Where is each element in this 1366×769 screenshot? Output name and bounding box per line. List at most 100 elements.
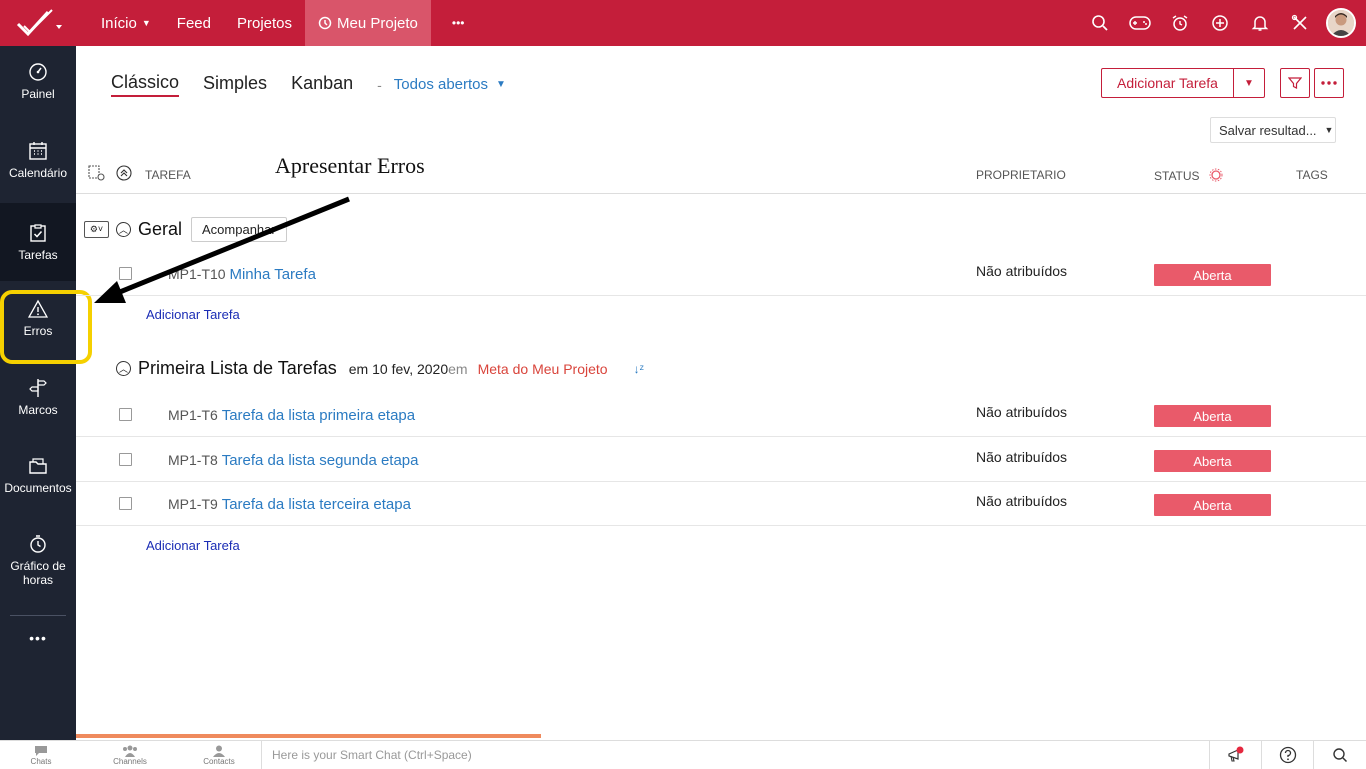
chats-button[interactable]: Chats <box>11 745 71 766</box>
sidebar-item-grafico-de-horas[interactable]: Gráfico de horas <box>0 534 76 608</box>
search-icon[interactable] <box>1080 0 1120 46</box>
smart-chat-input[interactable]: Here is your Smart Chat (Ctrl+Space) <box>261 741 1209 769</box>
task-id: MP1-T9 Tarefa da lista terceira etapa <box>168 496 411 513</box>
task-owner[interactable]: Não atribuídos <box>976 449 1067 465</box>
task-name-link[interactable]: Tarefa da lista primeira etapa <box>222 407 415 424</box>
table-row[interactable]: MP1-T9 Tarefa da lista terceira etapa Nã… <box>76 482 1366 526</box>
app-logo[interactable] <box>0 0 76 46</box>
header-status[interactable]: STATUS <box>1154 168 1223 183</box>
collapse-group-icon[interactable]: ︿ <box>116 361 131 376</box>
megaphone-icon <box>1227 746 1243 762</box>
table-row[interactable]: MP1-T6 Tarefa da lista primeira etapa Nã… <box>76 393 1366 437</box>
sidebar-more-button[interactable]: ••• <box>0 630 76 650</box>
tools-icon[interactable] <box>1280 0 1320 46</box>
status-badge[interactable]: Aberta <box>1154 264 1271 286</box>
gamepad-icon[interactable] <box>1120 0 1160 46</box>
user-photo-icon <box>1328 10 1354 36</box>
task-owner[interactable]: Não atribuídos <box>976 493 1067 509</box>
task-owner[interactable]: Não atribuídos <box>976 263 1067 279</box>
add-task-link[interactable]: Adicionar Tarefa <box>146 538 240 553</box>
status-badge[interactable]: Aberta <box>1154 494 1271 516</box>
sidebar-item-tarefas[interactable]: Tarefas <box>0 203 76 281</box>
group-title: Primeira Lista de Tarefas <box>138 358 337 378</box>
separator: - <box>377 76 382 93</box>
chevron-down-icon: ▼ <box>141 18 151 28</box>
nav-projetos[interactable]: Projetos <box>224 0 305 46</box>
filter-dropdown[interactable]: Todos abertos ▼ <box>394 76 506 93</box>
person-icon <box>213 745 225 757</box>
bell-icon[interactable] <box>1240 0 1280 46</box>
avatar[interactable] <box>1326 8 1356 38</box>
people-icon <box>123 745 137 757</box>
status-badge[interactable]: Aberta <box>1154 450 1271 472</box>
table-header: TAREFA PROPRIETARIO STATUS TAGS <box>76 154 1366 194</box>
sidebar-item-calendario[interactable]: Calendário <box>0 141 76 201</box>
column-settings-icon[interactable] <box>88 165 106 185</box>
task-checkbox[interactable] <box>119 497 132 510</box>
nav-inicio[interactable]: Início ▼ <box>88 0 164 46</box>
gear-icon <box>1209 168 1223 182</box>
search-chat-button[interactable] <box>1313 741 1366 769</box>
channels-button[interactable]: Channels <box>100 745 160 766</box>
header-owner[interactable]: PROPRIETARIO <box>976 168 1066 182</box>
nav-feed[interactable]: Feed <box>164 0 224 46</box>
group-date: em 10 fev, 2020em <box>348 360 468 377</box>
view-tabs: Clássico Simples Kanban - Todos abertos ▼ <box>111 72 506 97</box>
task-name-link[interactable]: Minha Tarefa <box>229 266 315 283</box>
collapse-group-icon[interactable]: ︿ <box>116 222 131 237</box>
header-tags[interactable]: TAGS <box>1296 168 1328 182</box>
announcements-button[interactable] <box>1209 741 1261 769</box>
sidebar-item-documentos[interactable]: Documentos <box>0 456 76 516</box>
alarm-icon[interactable] <box>1160 0 1200 46</box>
chevron-down-icon: ▼ <box>1324 125 1334 135</box>
collapse-all-icon[interactable] <box>116 165 132 184</box>
follow-button[interactable]: Acompanhar <box>191 217 287 242</box>
nav-more[interactable]: ••• <box>439 0 478 46</box>
help-button[interactable] <box>1261 741 1313 769</box>
add-circle-icon[interactable] <box>1200 0 1240 46</box>
chevron-down-icon: ▼ <box>1244 77 1254 89</box>
contacts-button[interactable]: Contacts <box>189 745 249 766</box>
sort-icon[interactable]: ↓ᶻ <box>634 362 644 376</box>
task-name-link[interactable]: Tarefa da lista segunda etapa <box>222 452 419 469</box>
tab-classico[interactable]: Clássico <box>111 72 180 97</box>
status-badge[interactable]: Aberta <box>1154 405 1271 427</box>
more-options-button[interactable] <box>1314 68 1344 98</box>
more-dots-icon <box>1321 81 1337 85</box>
group-settings-dropdown[interactable]: ⚙˅ <box>84 221 109 238</box>
help-icon <box>1279 746 1296 764</box>
task-checkbox[interactable] <box>119 267 132 280</box>
task-checkbox[interactable] <box>119 408 132 421</box>
dashboard-icon <box>29 63 47 81</box>
sidebar-item-painel[interactable]: Painel <box>0 62 76 122</box>
sidebar-item-label: Gráfico de horas <box>10 559 66 587</box>
add-task-link[interactable]: Adicionar Tarefa <box>146 307 240 322</box>
group-title: Geral <box>138 219 183 239</box>
tab-simples[interactable]: Simples <box>203 73 267 96</box>
milestone-link[interactable]: Meta do Meu Projeto <box>478 361 608 377</box>
sidebar-item-label: Marcos <box>18 403 58 417</box>
tab-kanban[interactable]: Kanban <box>291 73 353 96</box>
search-icon <box>1333 748 1348 763</box>
project-icon <box>318 16 332 30</box>
header-task[interactable]: TAREFA <box>145 168 191 182</box>
table-row[interactable]: MP1-T10 Minha Tarefa Não atribuídos Aber… <box>76 252 1366 296</box>
left-sidebar: Painel Calendário Tarefas Erros Marcos D… <box>0 46 76 740</box>
sidebar-item-marcos[interactable]: Marcos <box>0 378 76 438</box>
filter-button[interactable] <box>1280 68 1310 98</box>
top-icons <box>1080 0 1356 46</box>
task-checkbox[interactable] <box>119 453 132 466</box>
task-owner[interactable]: Não atribuídos <box>976 404 1067 420</box>
milestone-icon <box>29 379 47 397</box>
task-id: MP1-T8 Tarefa da lista segunda etapa <box>168 452 419 469</box>
table-row[interactable]: MP1-T8 Tarefa da lista segunda etapa Não… <box>76 438 1366 482</box>
group-header-primeira-lista: ︿ Primeira Lista de Tarefas em 10 fev, 2… <box>116 358 644 379</box>
add-task-dropdown[interactable]: ▼ <box>1234 69 1264 97</box>
add-task-button[interactable]: Adicionar Tarefa <box>1102 69 1234 97</box>
annotation-label: Apresentar Erros <box>275 153 425 178</box>
sidebar-item-label: Documentos <box>4 481 72 495</box>
save-results-select[interactable]: Salvar resultad... ▼ <box>1210 117 1336 143</box>
task-name-link[interactable]: Tarefa da lista terceira etapa <box>222 496 411 513</box>
nav-meu-projeto[interactable]: Meu Projeto <box>305 0 431 46</box>
main-content: Clássico Simples Kanban - Todos abertos ▼… <box>76 46 1366 740</box>
